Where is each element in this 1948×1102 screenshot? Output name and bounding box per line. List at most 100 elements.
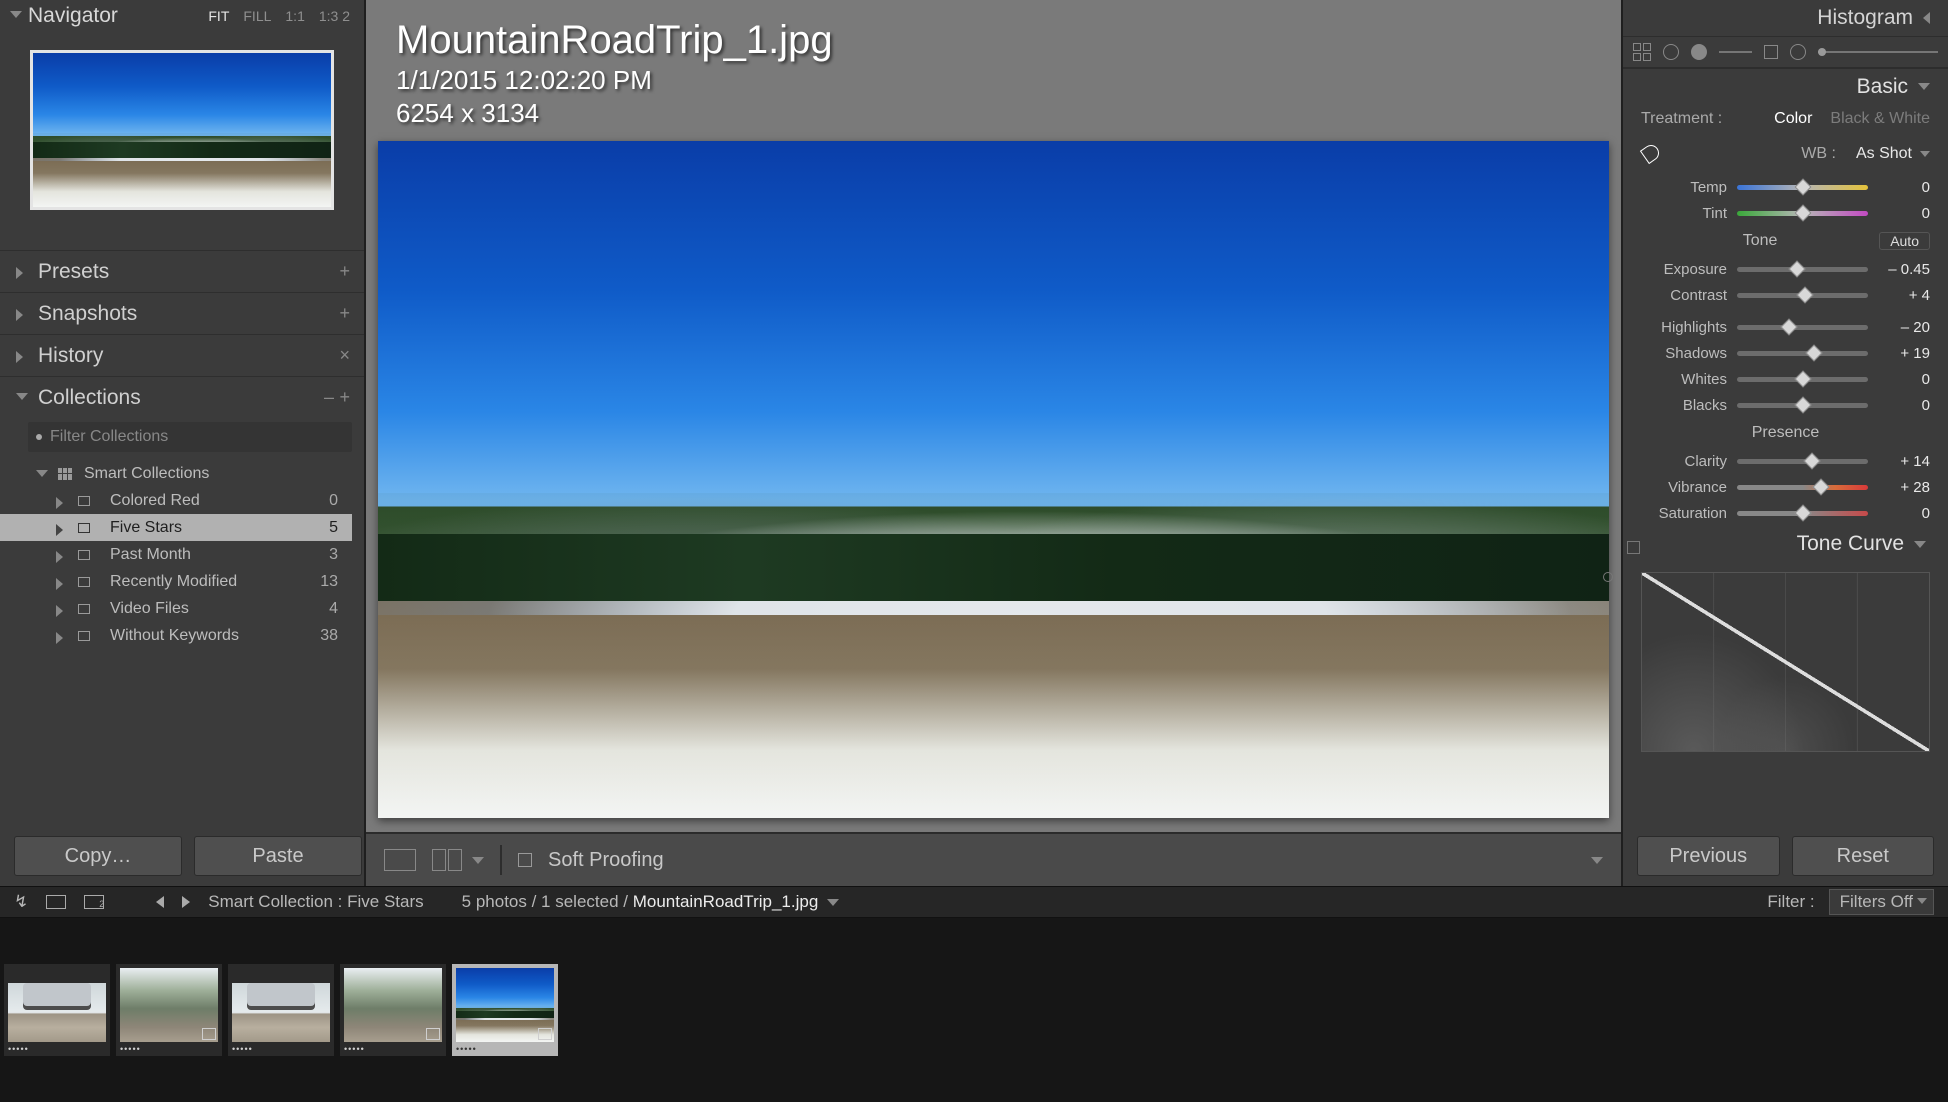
slider-thumb[interactable] — [1803, 452, 1820, 469]
zoom-fit[interactable]: FIT — [208, 8, 229, 24]
treatment-color[interactable]: Color — [1774, 110, 1812, 128]
chevron-down-icon[interactable] — [472, 857, 484, 864]
slider-thumb[interactable] — [1812, 478, 1829, 495]
slider-hi[interactable]: Highlights– 20 — [1623, 314, 1948, 340]
tree-item-without-keywords[interactable]: Without Keywords38 — [0, 622, 352, 649]
slider-track[interactable] — [1737, 267, 1868, 272]
section-snapshots[interactable]: Snapshots + — [0, 292, 364, 334]
slider-thumb[interactable] — [1794, 504, 1811, 521]
section-collections[interactable]: Collections – + — [0, 376, 364, 418]
filmstrip[interactable]: ••••••••••••••••••••••••• — [0, 918, 1948, 1102]
slider-exp[interactable]: Exposure– 0.45 — [1623, 256, 1948, 282]
tree-item-video-files[interactable]: Video Files4 — [0, 595, 352, 622]
wb-preset[interactable]: As Shot — [1856, 145, 1912, 163]
zoom-ratio[interactable]: 1:3 2 — [319, 8, 350, 24]
paste-button[interactable]: Paste — [194, 836, 362, 876]
filter-select[interactable]: Filters Off — [1829, 889, 1934, 915]
spot-icon[interactable] — [1663, 44, 1679, 60]
chevron-down-icon[interactable] — [827, 899, 839, 906]
filter-collections-input[interactable]: Filter Collections — [28, 422, 352, 452]
filmstrip-thumb[interactable]: ••••• — [4, 964, 110, 1056]
slider-sh[interactable]: Shadows+ 19 — [1623, 340, 1948, 366]
basic-header[interactable]: Basic — [1623, 68, 1948, 104]
slider-vi[interactable]: Vibrance+ 28 — [1623, 474, 1948, 500]
tone-curve-target-icon[interactable] — [1603, 572, 1613, 582]
plus-icon[interactable]: + — [339, 303, 350, 324]
close-icon[interactable]: × — [339, 345, 350, 366]
redeye-icon[interactable] — [1691, 44, 1707, 60]
zoom-1to1[interactable]: 1:1 — [285, 8, 304, 24]
tone-curve-header[interactable]: Tone Curve — [1640, 526, 1944, 562]
slider-track[interactable] — [1737, 211, 1868, 216]
radial-icon[interactable] — [1790, 44, 1806, 60]
filmstrip-thumb[interactable]: ••••• — [340, 964, 446, 1056]
brush-size-slider[interactable] — [1818, 51, 1938, 53]
breadcrumb[interactable]: Smart Collection : Five Stars — [208, 892, 423, 912]
status-filename[interactable]: MountainRoadTrip_1.jpg — [633, 892, 819, 911]
slider-thumb[interactable] — [1789, 260, 1806, 277]
toolbar-menu[interactable] — [1591, 857, 1603, 864]
slider-track[interactable] — [1737, 485, 1868, 490]
filmstrip-thumb[interactable]: ••••• — [452, 964, 558, 1056]
slider-tint[interactable]: Tint0 — [1623, 200, 1948, 226]
tree-folder-smart-collections[interactable]: Smart Collections — [0, 460, 352, 487]
slider-bl[interactable]: Blacks0 — [1623, 392, 1948, 418]
slider-track[interactable] — [1737, 325, 1868, 330]
plus-icon[interactable]: + — [339, 387, 350, 408]
slider-track[interactable] — [1737, 351, 1868, 356]
filmstrip-thumb[interactable]: ••••• — [116, 964, 222, 1056]
main-photo[interactable] — [378, 141, 1609, 818]
copy-button[interactable]: Copy… — [14, 836, 182, 876]
slider-track[interactable] — [1737, 403, 1868, 408]
slider-thumb[interactable] — [1794, 396, 1811, 413]
auto-tone-button[interactable]: Auto — [1879, 232, 1930, 250]
slider-thumb[interactable] — [1794, 204, 1811, 221]
tree-item-five-stars[interactable]: Five Stars5 — [0, 514, 352, 541]
slider-thumb[interactable] — [1806, 344, 1823, 361]
slider-track[interactable] — [1737, 185, 1868, 190]
slider-thumb[interactable] — [1794, 370, 1811, 387]
next-photo-icon[interactable] — [182, 896, 190, 908]
slider-temp[interactable]: Temp0 — [1623, 174, 1948, 200]
section-history[interactable]: History × — [0, 334, 364, 376]
tree-item-recently-modified[interactable]: Recently Modified13 — [0, 568, 352, 595]
navigator-thumbnail[interactable] — [30, 50, 334, 210]
slider-track[interactable] — [1737, 459, 1868, 464]
grid-view-icon[interactable] — [122, 894, 138, 910]
second-window-icon[interactable] — [84, 895, 104, 909]
eyedropper-icon[interactable] — [1641, 143, 1663, 165]
slider-track[interactable] — [1737, 293, 1868, 298]
previous-button[interactable]: Previous — [1637, 836, 1780, 876]
navigator-header[interactable]: Navigator FIT FILL 1:1 1:3 2 — [0, 0, 364, 32]
zoom-fill[interactable]: FILL — [243, 8, 271, 24]
slider-thumb[interactable] — [1797, 286, 1814, 303]
slider-thumb[interactable] — [1781, 318, 1798, 335]
main-window-icon[interactable] — [46, 895, 66, 909]
soft-proofing-checkbox[interactable] — [518, 853, 532, 867]
slider-wh[interactable]: Whites0 — [1623, 366, 1948, 392]
view-loupe-icon[interactable] — [384, 849, 416, 871]
treatment-bw[interactable]: Black & White — [1830, 110, 1930, 128]
tone-curve-graph[interactable] — [1641, 572, 1930, 752]
prev-photo-icon[interactable] — [156, 896, 164, 908]
chevron-down-icon[interactable] — [1920, 151, 1930, 157]
slider-thumb[interactable] — [1794, 178, 1811, 195]
slider-con[interactable]: Contrast+ 4 — [1623, 282, 1948, 308]
view-compare-icon[interactable] — [432, 849, 462, 871]
slider-cl[interactable]: Clarity+ 14 — [1623, 448, 1948, 474]
filmstrip-thumb[interactable]: ••••• — [228, 964, 334, 1056]
crop-icon[interactable] — [1633, 43, 1651, 61]
tree-item-colored-red[interactable]: Colored Red0 — [0, 487, 352, 514]
slider-track[interactable] — [1737, 377, 1868, 382]
slider-track[interactable] — [1737, 511, 1868, 516]
graduated-icon[interactable] — [1764, 45, 1778, 59]
plus-icon[interactable]: + — [339, 261, 350, 282]
minus-icon[interactable]: – — [324, 387, 334, 408]
section-presets[interactable]: Presets + — [0, 250, 364, 292]
tone-curve-toggle-icon[interactable] — [1627, 541, 1640, 554]
lights-out-icon[interactable]: ↯ — [14, 892, 28, 912]
tree-item-past-month[interactable]: Past Month3 — [0, 541, 352, 568]
slider-sa[interactable]: Saturation0 — [1623, 500, 1948, 526]
histogram-header[interactable]: Histogram — [1623, 0, 1948, 36]
reset-button[interactable]: Reset — [1792, 836, 1935, 876]
